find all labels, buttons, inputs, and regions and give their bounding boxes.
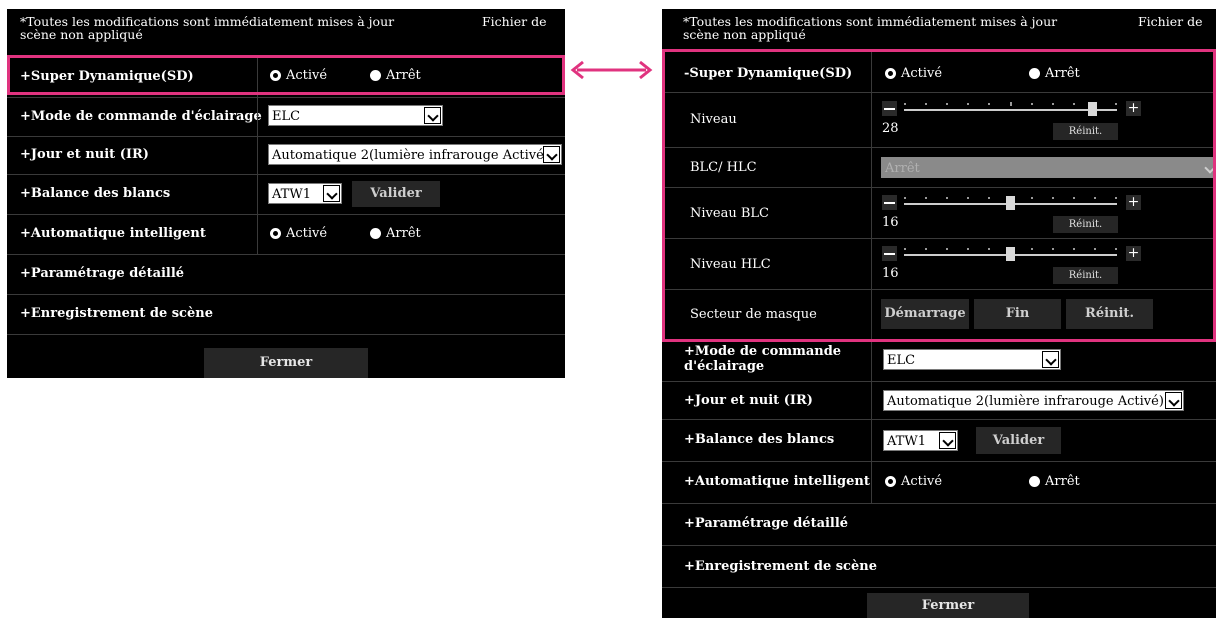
close-button[interactable]: Fermer <box>204 348 368 378</box>
intelligent-auto-label: +Automatique intelligent <box>20 226 206 241</box>
radio-label: Activé <box>901 474 943 489</box>
scene-save-label[interactable]: +Enregistrement de scène <box>684 559 877 574</box>
chevron-down-icon <box>543 146 560 163</box>
column-divider <box>257 174 258 214</box>
column-divider <box>871 381 872 419</box>
double-arrow-icon <box>570 60 653 80</box>
row-white-balance: +Balance des blancs ATW1 Valider <box>662 419 1216 462</box>
chevron-down-icon <box>424 107 441 124</box>
scene-file-label: Fichier de <box>1138 14 1203 29</box>
radio-unselected-icon <box>1029 476 1040 487</box>
detailed-settings-label[interactable]: +Paramétrage détaillé <box>20 266 184 281</box>
select-value: ELC <box>887 353 916 368</box>
row-light-control: +Mode de commande d'éclairage ELC <box>7 97 565 137</box>
white-balance-label: +Balance des blancs <box>20 186 171 201</box>
scene-save-label[interactable]: +Enregistrement de scène <box>20 306 213 321</box>
light-control-label: +Mode de commande d'éclairage <box>20 109 262 124</box>
column-divider <box>871 461 872 503</box>
detailed-settings-label[interactable]: +Paramétrage détaillé <box>684 516 848 531</box>
chevron-down-icon <box>323 185 340 202</box>
column-divider <box>257 136 258 174</box>
row-scene-save[interactable]: +Enregistrement de scène <box>662 545 1216 588</box>
intelligent-auto-label: +Automatique intelligent <box>684 474 870 489</box>
intelligent-auto-off-radio[interactable]: Arrêt <box>1029 474 1080 489</box>
row-light-control: +Mode de commande d'éclairage ELC <box>662 339 1216 382</box>
select-value: Automatique 2(lumière infrarouge Activé) <box>272 148 549 163</box>
radio-label: Arrêt <box>386 226 421 241</box>
highlight-box <box>7 55 565 95</box>
header-note: *Toutes les modifications sont immédiate… <box>20 15 394 41</box>
column-divider <box>257 214 258 254</box>
select-value: ATW1 <box>272 187 311 202</box>
light-control-select[interactable]: ELC <box>883 349 1061 370</box>
close-button[interactable]: Fermer <box>867 593 1029 618</box>
radio-unselected-icon <box>370 228 381 239</box>
select-value: Automatique 2(lumière infrarouge Activé) <box>887 394 1164 409</box>
label-line-1: +Mode de commande <box>684 344 842 359</box>
day-night-label: +Jour et nuit (IR) <box>684 393 813 408</box>
column-divider <box>257 97 258 136</box>
validate-button[interactable]: Valider <box>976 427 1061 454</box>
day-night-select[interactable]: Automatique 2(lumière infrarouge Activé) <box>883 390 1184 411</box>
header-note: *Toutes les modifications sont immédiate… <box>683 15 1057 41</box>
intelligent-auto-on-radio[interactable]: Activé <box>270 226 327 241</box>
intelligent-auto-on-radio[interactable]: Activé <box>885 474 942 489</box>
radio-selected-icon <box>885 476 896 487</box>
label-line-2: d'éclairage <box>684 359 765 374</box>
row-detailed[interactable]: +Paramétrage détaillé <box>7 254 565 295</box>
row-intelligent-auto: +Automatique intelligent Activé Arrêt <box>7 214 565 255</box>
light-control-select[interactable]: ELC <box>268 105 443 126</box>
row-day-night: +Jour et nuit (IR) Automatique 2(lumière… <box>662 381 1216 420</box>
white-balance-select[interactable]: ATW1 <box>883 430 958 451</box>
chevron-down-icon <box>1042 351 1059 368</box>
row-detailed[interactable]: +Paramétrage détaillé <box>662 503 1216 546</box>
white-balance-select[interactable]: ATW1 <box>268 183 342 204</box>
intelligent-auto-off-radio[interactable]: Arrêt <box>370 226 421 241</box>
row-white-balance: +Balance des blancs ATW1 Valider <box>7 174 565 215</box>
row-intelligent-auto: +Automatique intelligent Activé Arrêt <box>662 461 1216 504</box>
select-value: ELC <box>272 109 301 124</box>
chevron-down-icon <box>1165 392 1182 409</box>
day-night-label: +Jour et nuit (IR) <box>20 147 149 162</box>
day-night-select[interactable]: Automatique 2(lumière infrarouge Activé) <box>268 144 562 165</box>
column-divider <box>871 339 872 381</box>
light-control-label: +Mode de commande d'éclairage <box>684 344 841 374</box>
row-day-night: +Jour et nuit (IR) Automatique 2(lumière… <box>7 136 565 175</box>
select-value: ATW1 <box>887 434 926 449</box>
header-note-line-2: scène non appliqué <box>683 27 806 42</box>
column-divider <box>871 419 872 461</box>
radio-label: Activé <box>286 226 328 241</box>
header-note-line-2: scène non appliqué <box>20 27 143 42</box>
white-balance-label: +Balance des blancs <box>684 432 835 447</box>
scene-file-label: Fichier de <box>482 14 547 29</box>
radio-selected-icon <box>270 228 281 239</box>
highlight-box <box>662 49 1216 342</box>
row-scene-save[interactable]: +Enregistrement de scène <box>7 294 565 335</box>
validate-button[interactable]: Valider <box>352 181 440 207</box>
radio-label: Arrêt <box>1045 474 1080 489</box>
chevron-down-icon <box>939 432 956 449</box>
